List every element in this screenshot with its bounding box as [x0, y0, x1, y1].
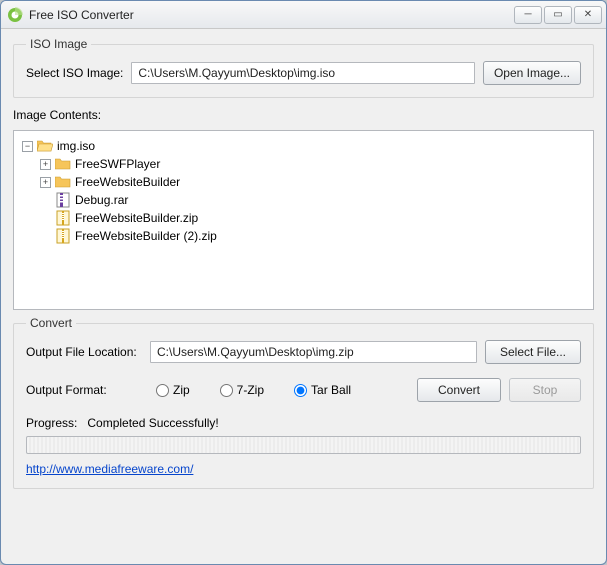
iso-image-legend: ISO Image [26, 37, 91, 51]
window-title: Free ISO Converter [29, 8, 514, 22]
tree-node-label: FreeWebsiteBuilder (2).zip [75, 227, 217, 245]
format-zip-option[interactable]: Zip [156, 383, 190, 397]
maximize-icon: ▭ [553, 9, 562, 20]
content-area: ISO Image Select ISO Image: Open Image..… [1, 29, 606, 564]
tree-spacer [40, 213, 51, 224]
format-zip-label: Zip [173, 383, 190, 397]
select-file-button[interactable]: Select File... [485, 340, 581, 364]
minimize-icon: ─ [524, 9, 531, 20]
output-path-input[interactable] [150, 341, 477, 363]
tree-spacer [40, 231, 51, 242]
tree-item[interactable]: Debug.rar [40, 191, 585, 209]
convert-group: Convert Output File Location: Select Fil… [13, 316, 594, 489]
image-contents-label: Image Contents: [13, 108, 594, 122]
progress-bar [26, 436, 581, 454]
maximize-button[interactable]: ▭ [544, 6, 572, 24]
convert-button[interactable]: Convert [417, 378, 501, 402]
format-tarball-radio[interactable] [294, 384, 307, 397]
tree-spacer [40, 195, 51, 206]
vendor-link[interactable]: http://www.mediafreeware.com/ [26, 462, 193, 476]
app-window: Free ISO Converter ─ ▭ ✕ ISO Image Selec… [0, 0, 607, 565]
tree-node-label: FreeWebsiteBuilder [75, 173, 180, 191]
format-tarball-label: Tar Ball [311, 383, 351, 397]
convert-legend: Convert [26, 316, 76, 330]
app-icon [7, 7, 23, 23]
folder-icon [55, 156, 71, 172]
rar-file-icon [55, 192, 71, 208]
progress-label: Progress: [26, 416, 77, 430]
format-zip-radio[interactable] [156, 384, 169, 397]
tree-node-label: FreeWebsiteBuilder.zip [75, 209, 198, 227]
open-image-button[interactable]: Open Image... [483, 61, 581, 85]
format-7zip-option[interactable]: 7-Zip [220, 383, 264, 397]
folder-icon [55, 174, 71, 190]
tree-item[interactable]: + FreeWebsiteBuilder [40, 173, 585, 191]
image-contents-tree[interactable]: − img.iso + [13, 130, 594, 310]
window-controls: ─ ▭ ✕ [514, 6, 602, 24]
expand-icon[interactable]: + [40, 159, 51, 170]
close-icon: ✕ [584, 9, 592, 20]
tree-root[interactable]: − img.iso + [22, 137, 585, 245]
iso-image-group: ISO Image Select ISO Image: Open Image..… [13, 37, 594, 98]
expand-icon[interactable]: + [40, 177, 51, 188]
tree-node-label: img.iso [57, 137, 95, 155]
format-7zip-label: 7-Zip [237, 383, 264, 397]
minimize-button[interactable]: ─ [514, 6, 542, 24]
format-tarball-option[interactable]: Tar Ball [294, 383, 351, 397]
select-iso-label: Select ISO Image: [26, 66, 123, 80]
iso-path-input[interactable] [131, 62, 475, 84]
zip-file-icon [55, 228, 71, 244]
format-7zip-radio[interactable] [220, 384, 233, 397]
stop-button[interactable]: Stop [509, 378, 581, 402]
close-button[interactable]: ✕ [574, 6, 602, 24]
tree-item[interactable]: FreeWebsiteBuilder (2).zip [40, 227, 585, 245]
tree-item[interactable]: + FreeSWFPlayer [40, 155, 585, 173]
zip-file-icon [55, 210, 71, 226]
folder-open-icon [37, 138, 53, 154]
output-format-label: Output Format: [26, 383, 126, 397]
output-location-label: Output File Location: [26, 345, 142, 359]
collapse-icon[interactable]: − [22, 141, 33, 152]
tree-item[interactable]: FreeWebsiteBuilder.zip [40, 209, 585, 227]
titlebar[interactable]: Free ISO Converter ─ ▭ ✕ [1, 1, 606, 29]
progress-status: Completed Successfully! [87, 416, 218, 430]
tree-node-label: FreeSWFPlayer [75, 155, 160, 173]
tree-node-label: Debug.rar [75, 191, 128, 209]
